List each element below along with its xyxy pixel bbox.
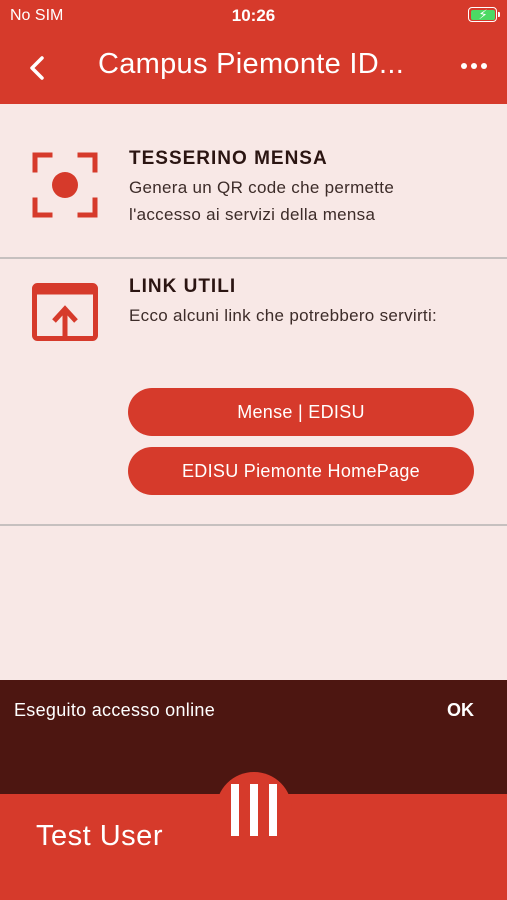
battery-icon: ⚡	[468, 7, 500, 22]
more-button[interactable]	[459, 56, 489, 76]
section-description: Genera un QR code che permette l'accesso…	[129, 178, 395, 224]
qr-scan-icon	[32, 152, 98, 223]
chevron-left-icon	[30, 56, 44, 80]
edisu-homepage-button[interactable]: EDISU Piemonte HomePage	[128, 447, 474, 495]
clock: 10:26	[231, 6, 276, 25]
meal-card-section[interactable]: TESSERINO MENSA Genera un QR code che pe…	[0, 104, 507, 258]
snackbar-ok-button[interactable]: OK	[447, 700, 474, 721]
menu-button[interactable]	[216, 772, 292, 848]
section-title: LINK UTILI	[129, 276, 237, 297]
more-horizontal-icon	[461, 63, 487, 69]
user-name: Test User	[36, 820, 163, 852]
mense-edisu-button[interactable]: Mense | EDISU	[128, 388, 474, 436]
bars-vertical-icon	[231, 784, 277, 836]
divider	[0, 524, 507, 526]
section-title: TESSERINO MENSA	[129, 148, 328, 169]
useful-links-section: LINK UTILI Ecco alcuni link che potrebbe…	[0, 259, 507, 525]
section-description: Ecco alcuni link che potrebbero servirti…	[129, 306, 438, 325]
page-title: Campus Piemonte ID...	[98, 48, 405, 80]
navigation-bar: Campus Piemonte ID...	[0, 32, 507, 104]
open-external-icon	[32, 283, 98, 346]
back-button[interactable]	[22, 48, 56, 88]
status-bar: No SIM 10:26 ⚡	[0, 0, 507, 32]
snackbar-message: Eseguito accesso online	[14, 700, 216, 720]
